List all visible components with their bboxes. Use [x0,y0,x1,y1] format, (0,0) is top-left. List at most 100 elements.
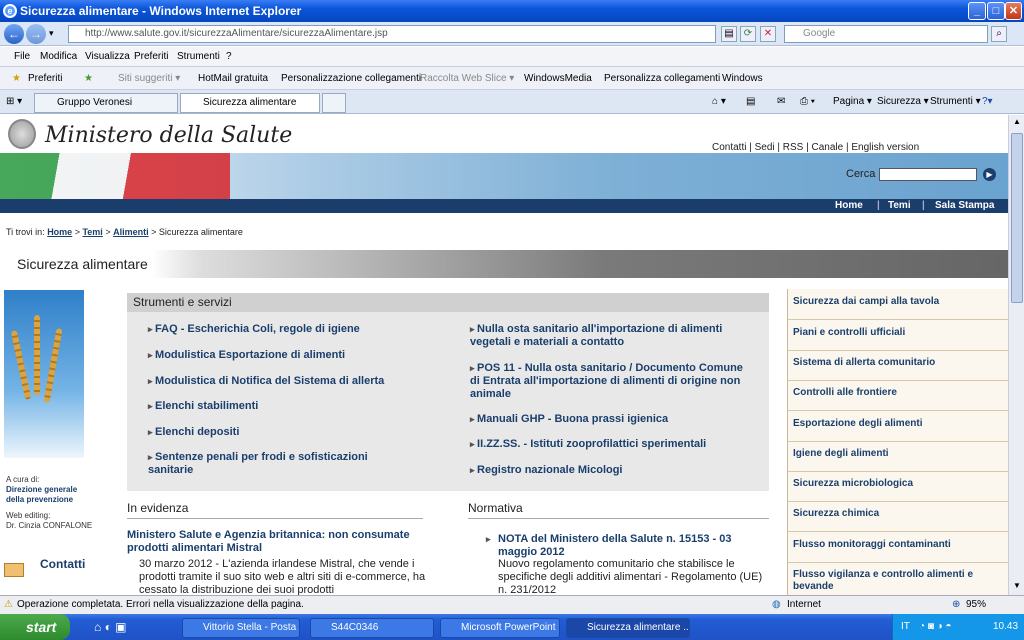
fav-windowsmedia[interactable]: WindowsMedia [524,73,592,84]
tray-icons[interactable]: ◔ ◙ ◑ ◓ [919,614,952,640]
right-menu-item[interactable]: Flusso monitoraggi contaminanti [787,533,1008,563]
refresh-icon[interactable]: ⟳ [740,26,756,42]
menu-file[interactable]: File [14,51,30,62]
strumenti-link[interactable]: II.ZZ.SS. - Istituti zooprofilattici spe… [470,438,770,451]
right-menu-item[interactable]: Sistema di allerta comunitario [787,351,1008,381]
direzione-link[interactable]: Direzione generale della prevenzione [6,485,77,504]
fav-personalizzazione[interactable]: Personalizzazione collegamenti [281,73,421,84]
task-powerpoint[interactable]: Microsoft PowerPoint ... [440,618,560,638]
strumenti-link[interactable]: Modulistica Esportazione di alimenti [148,349,448,362]
nav-sala-stampa[interactable]: Sala Stampa [935,200,994,211]
quicklaunch-icons[interactable]: ⌂ ◐ ▣ [94,620,127,634]
scroll-up-icon[interactable]: ▲ [1011,117,1023,129]
main-nav: Home | Temi | Sala Stampa [0,199,1008,213]
scroll-down-icon[interactable]: ▼ [1011,581,1023,593]
menu-strumenti[interactable]: Strumenti [177,51,220,62]
evidenza-title[interactable]: Ministero Salute e Agenzia britannica: n… [127,529,427,555]
compat-view-icon[interactable]: ▤ [721,26,737,42]
vertical-scrollbar[interactable]: ▲ ▼ [1008,115,1024,595]
print-icon[interactable]: ⎙ ▾ [800,96,815,107]
strumenti-link[interactable]: Registro nazionale Micologi [470,464,760,477]
mail-icon[interactable]: ✉ [777,96,785,107]
site-logo[interactable]: Ministero della Salute [45,123,292,148]
strumenti-link[interactable]: FAQ - Escherichia Coli, regole di igiene [148,323,448,336]
cmd-pagina[interactable]: Pagina ▾ [833,96,872,107]
contatti-link[interactable]: Contatti [40,557,85,571]
menu-bar: File Modifica Visualizza Preferiti Strum… [0,47,1024,67]
menu-visualizza[interactable]: Visualizza [85,51,130,62]
strumenti-link[interactable]: Manuali GHP - Buona prassi igienica [470,413,760,426]
fav-personalizza[interactable]: Personalizza collegamenti [604,73,720,84]
fav-hotmail[interactable]: HotMail gratuita [198,73,268,84]
search-input[interactable]: Google [784,25,988,43]
forward-button[interactable]: → [26,24,46,44]
stop-icon[interactable]: ✕ [760,26,776,42]
quick-tabs-icon[interactable]: ⊞ ▾ [6,96,22,107]
favorites-bar: ★ Preferiti ★ Siti suggeriti ▾ HotMail g… [0,67,1024,90]
nav-temi[interactable]: Temi [888,200,911,211]
task-posta[interactable]: Vittorio Stella - Posta ... [182,618,300,638]
menu-modifica[interactable]: Modifica [40,51,77,62]
address-bar: ← → ▾ http://www.salute.gov.it/sicurezza… [0,22,1024,46]
favorites-button[interactable]: Preferiti [28,73,62,84]
close-window-button[interactable]: ✕ [1005,2,1022,20]
feeds-icon[interactable]: ▤ [746,96,755,107]
tab-gruppo-veronesi[interactable]: Gruppo Veronesi [34,93,178,113]
strumenti-link[interactable]: Modulistica di Notifica del Sistema di a… [148,375,448,388]
cmd-sicurezza[interactable]: Sicurezza ▾ [877,96,929,107]
breadcrumb-alimenti[interactable]: Alimenti [113,227,149,237]
right-menu-item[interactable]: Sicurezza chimica [787,502,1008,532]
clock[interactable]: 10.43 [993,614,1018,640]
right-menu-item[interactable]: Sicurezza dai campi alla tavola [787,290,1008,320]
tab-sicurezza-alimentare[interactable]: Sicurezza alimentare [180,93,320,113]
favorites-star-icon: ★ [12,73,21,84]
site-search-input[interactable] [879,168,977,181]
back-button[interactable]: ← [4,24,24,44]
strumenti-link[interactable]: Nulla osta sanitario all'importazione di… [470,323,760,349]
maximize-button[interactable]: □ [987,2,1005,20]
strumenti-link[interactable]: Elenchi depositi [148,426,448,439]
strumenti-link[interactable]: POS 11 - Nulla osta sanitario / Document… [470,362,750,401]
strumenti-heading: Strumenti e servizi [127,293,769,312]
top-links[interactable]: Contatti | Sedi | RSS | Canale | English… [712,142,919,153]
right-menu-item[interactable]: Flusso vigilanza e controllo alimenti e … [787,563,1008,595]
right-menu-item[interactable]: Sicurezza microbiologica [787,472,1008,502]
normativa-title[interactable]: NOTA del Ministero della Salute n. 15153… [486,533,768,559]
page-content: Ministero della Salute Contatti | Sedi |… [0,115,1008,595]
breadcrumb-temi[interactable]: Temi [82,227,102,237]
right-menu-item[interactable]: Igiene degli alimenti [787,442,1008,472]
right-menu-item[interactable]: Piani e controlli ufficiali [787,321,1008,351]
search-go-icon[interactable]: ⌕ [991,26,1007,42]
start-button[interactable]: start [0,614,70,640]
strumenti-link[interactable]: Sentenze penali per frodi e sofisticazio… [148,451,410,477]
right-menu-item[interactable]: Esportazione degli alimenti [787,412,1008,442]
add-favorite-icon[interactable]: ★ [84,73,93,84]
tray-language[interactable]: IT [901,614,910,640]
home-icon[interactable]: ⌂ ▾ [712,96,726,107]
emblem-icon [8,119,36,149]
menu-help[interactable]: ? [226,51,232,62]
globe-icon: ◍ [772,599,781,610]
help-icon[interactable]: ?▾ [982,96,993,107]
zoom-level[interactable]: 95% [966,596,986,614]
window-title: Sicurezza alimentare - Windows Internet … [20,4,302,18]
breadcrumb-home[interactable]: Home [47,227,72,237]
new-tab-button[interactable] [322,93,346,113]
cmd-strumenti[interactable]: Strumenti ▾ [930,96,981,107]
strumenti-link[interactable]: Elenchi stabilimenti [148,400,448,413]
site-search-go-icon[interactable]: ▶ [983,168,996,181]
fav-windows[interactable]: Windows [722,73,763,84]
scrollbar-thumb[interactable] [1011,133,1023,303]
task-ie[interactable]: Sicurezza alimentare ... [566,618,690,638]
history-dropdown-icon[interactable]: ▾ [49,28,54,39]
url-field[interactable]: http://www.salute.gov.it/sicurezzaAlimen… [68,25,716,43]
minimize-button[interactable]: _ [968,2,986,20]
wheat-image [4,290,84,458]
fav-siti-suggeriti[interactable]: Siti suggeriti ▾ [118,73,180,84]
menu-preferiti[interactable]: Preferiti [134,51,168,62]
task-s44c0346[interactable]: S44C0346 [310,618,434,638]
right-menu-item[interactable]: Controlli alle frontiere [787,381,1008,411]
fav-web-slice[interactable]: Raccolta Web Slice ▾ [420,73,514,84]
warning-icon[interactable]: ⚠ [4,596,13,614]
nav-home[interactable]: Home [835,200,863,211]
